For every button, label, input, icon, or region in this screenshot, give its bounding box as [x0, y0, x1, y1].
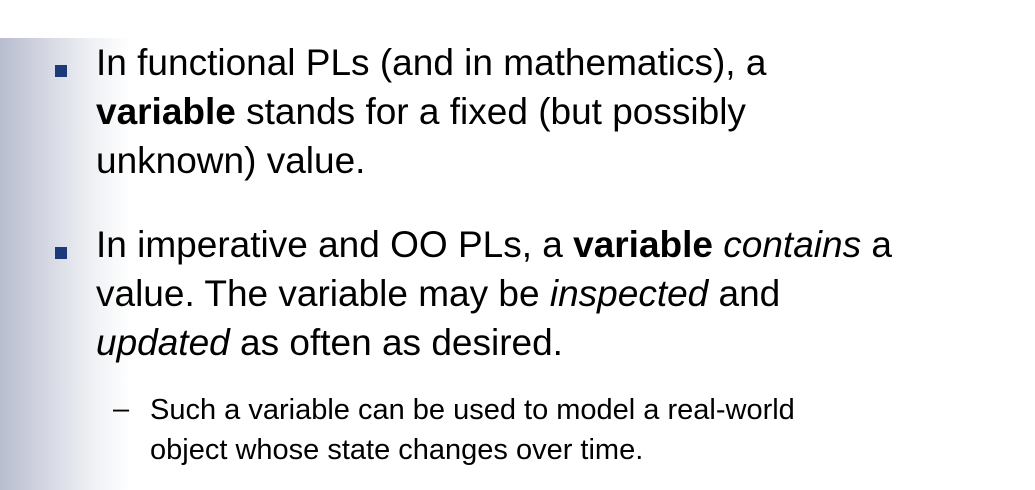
text-run: stands for a fixed (but possibly — [235, 91, 746, 132]
text-run — [713, 224, 723, 265]
sub-bullet-line: object whose state changes over time. — [150, 434, 644, 466]
bullet-line: In imperative and OO PLs, a variable con… — [96, 220, 1031, 269]
bullet-line: variable stands for a fixed (but possibl… — [96, 87, 1031, 136]
italic-term: contains — [723, 224, 862, 265]
bullet-text: In functional PLs (and in mathematics), … — [96, 38, 1031, 185]
text-run: a — [861, 224, 892, 265]
bullet-line: value. The variable may be inspected and — [96, 269, 1031, 318]
bullet-line: unknown) value. — [96, 136, 1031, 185]
bullet-line: updated as often as desired. — [96, 318, 1031, 367]
text-run: unknown) value. — [96, 140, 366, 181]
text-run: and — [708, 273, 781, 314]
bullet-text: In imperative and OO PLs, a variable con… — [96, 220, 1031, 367]
italic-term: inspected — [549, 273, 709, 314]
square-bullet-icon — [55, 247, 67, 259]
dash-bullet-icon: – — [113, 393, 130, 425]
sub-bullet-line: Such a variable can be used to model a r… — [150, 394, 795, 426]
sub-bullet-text: Such a variable can be used to model a r… — [150, 390, 1030, 470]
bullet-line: In functional PLs (and in mathematics), … — [96, 38, 1031, 87]
text-run: In functional PLs (and in mathematics), … — [96, 42, 767, 83]
square-bullet-icon — [55, 65, 67, 77]
italic-term: updated — [96, 322, 230, 363]
slide: In functional PLs (and in mathematics), … — [0, 0, 1035, 490]
bold-term: variable — [96, 91, 236, 132]
bold-term: variable — [573, 224, 713, 265]
text-run: value. The variable may be — [96, 273, 550, 314]
text-run: as often as desired. — [229, 322, 563, 363]
text-run: In imperative and OO PLs, a — [96, 224, 574, 265]
